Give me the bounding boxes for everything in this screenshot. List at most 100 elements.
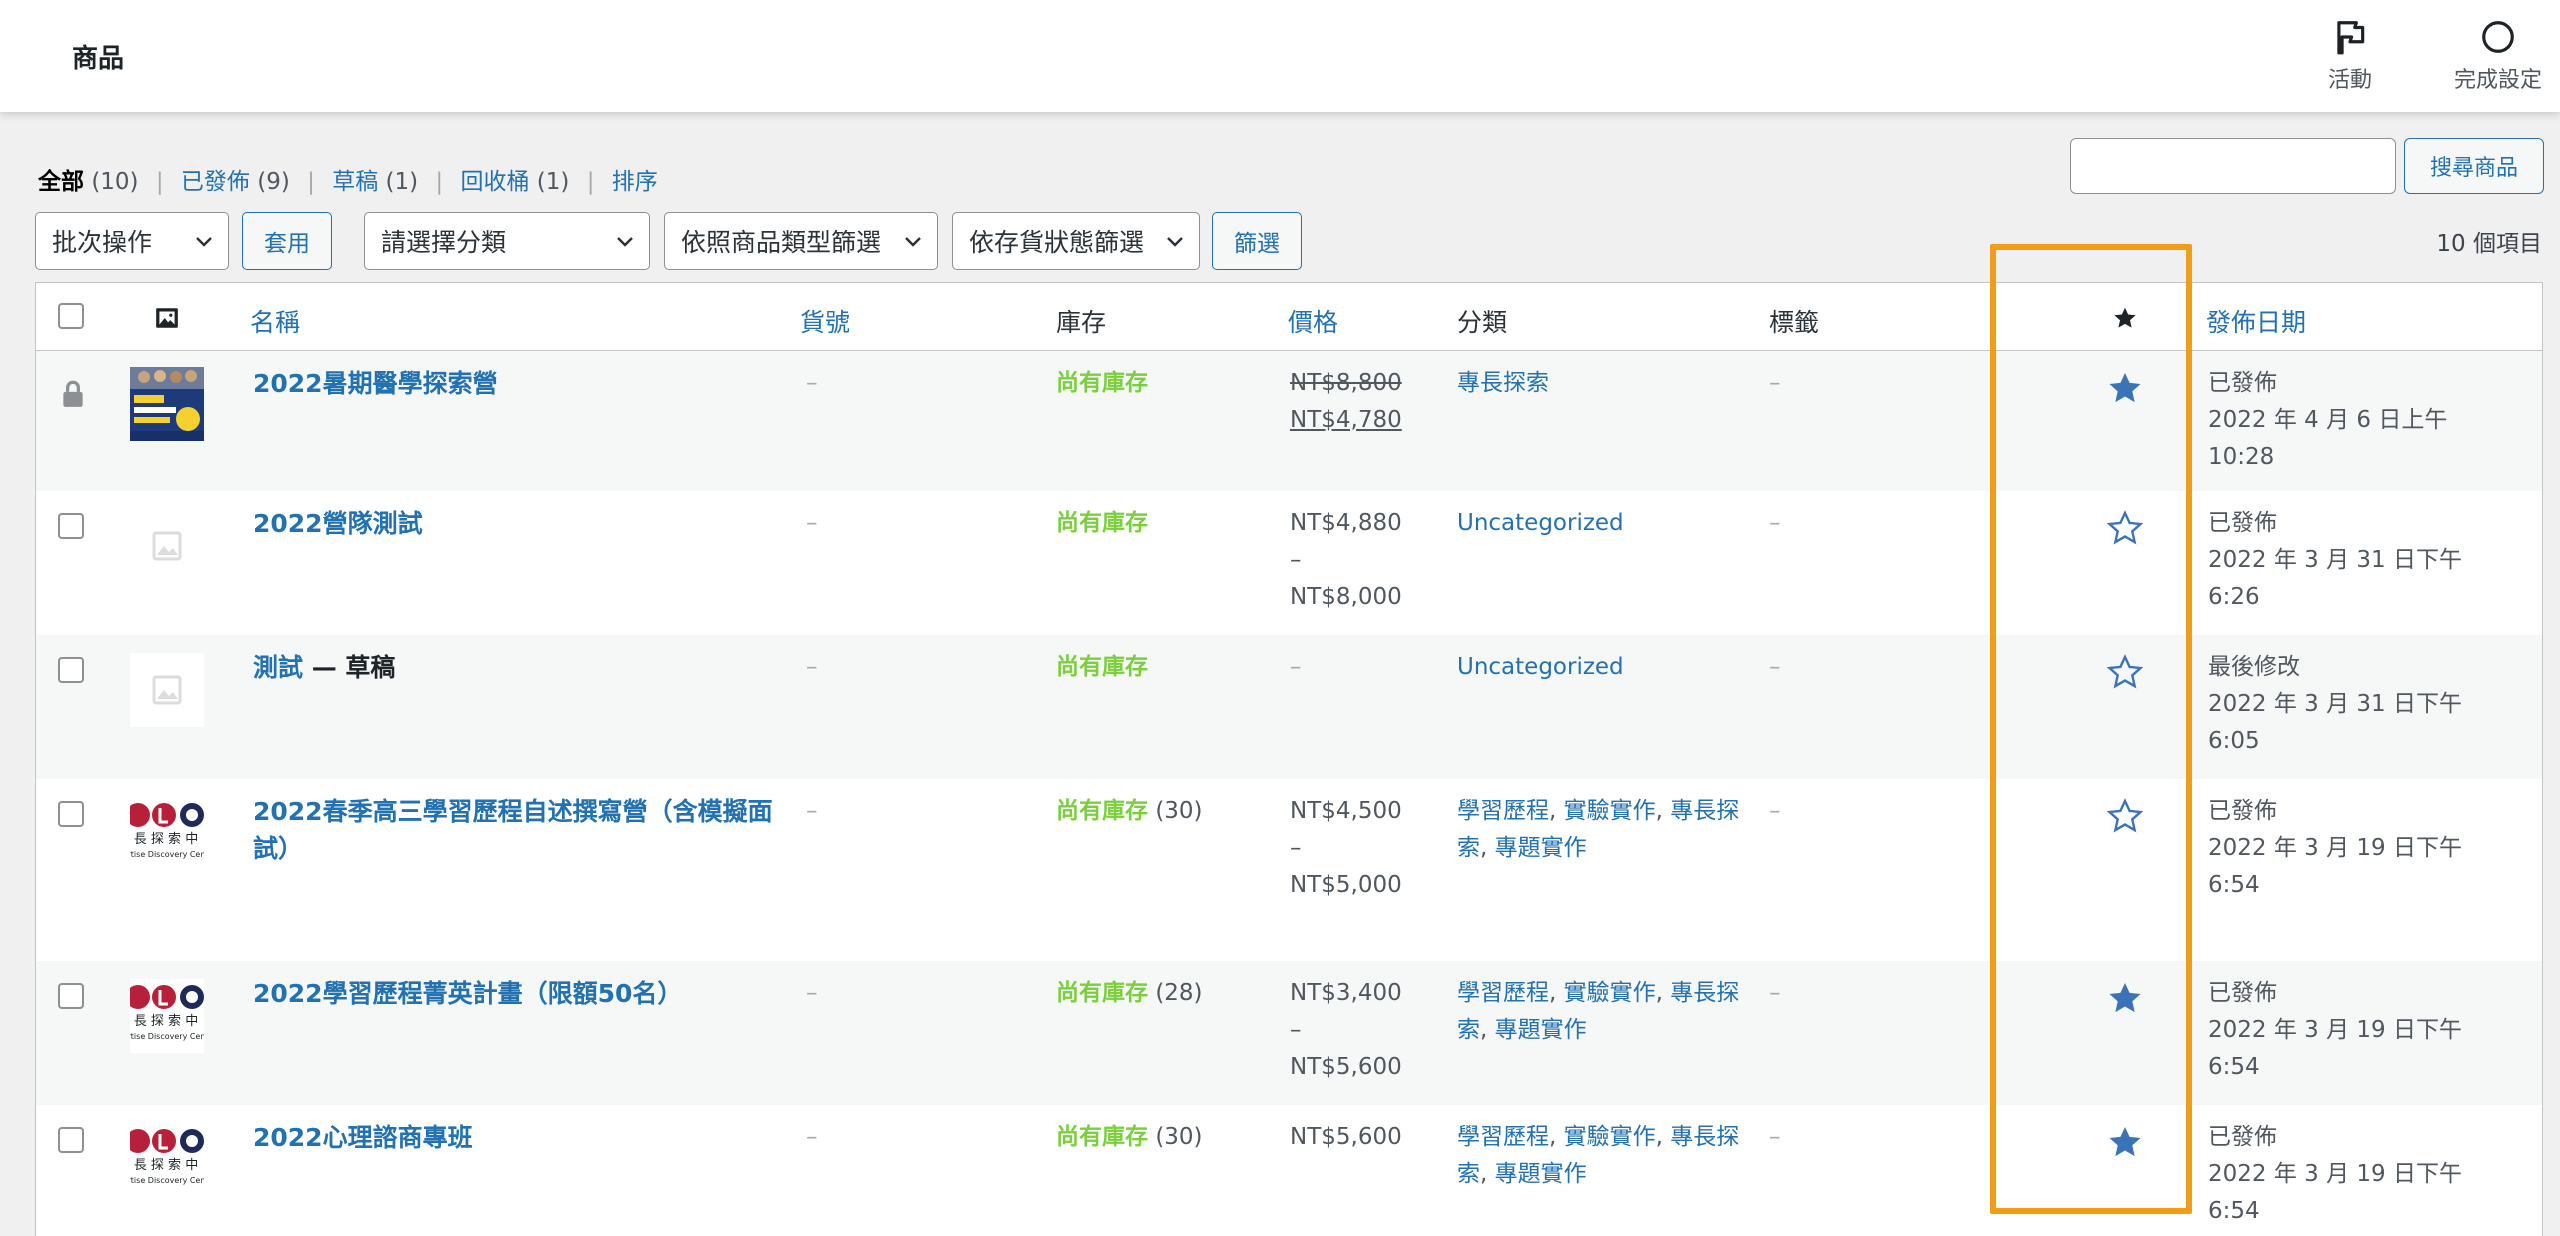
date-status: 最後修改: [2208, 654, 2300, 680]
select-all-checkbox[interactable]: [58, 303, 84, 329]
product-name-cell: 測試 — 草稿: [253, 649, 773, 686]
row-checkbox[interactable]: [58, 801, 84, 827]
flag-icon: [2337, 21, 2365, 55]
featured-star-outline-icon[interactable]: [2106, 509, 2144, 547]
product-thumbnail-logo[interactable]: 長 探 索 中 ertise Discovery Cen: [130, 979, 204, 1053]
product-name-link[interactable]: 2022學習歷程菁英計畫（限額50名）: [253, 975, 793, 1012]
row-checkbox[interactable]: [58, 513, 84, 539]
featured-star-filled-icon[interactable]: [2106, 369, 2144, 407]
category-link[interactable]: Uncategorized: [1457, 505, 1624, 542]
sku-value: –: [806, 370, 818, 396]
category-link[interactable]: 實驗實作: [1564, 1124, 1656, 1150]
stock-status: 尚有庫存: [1056, 654, 1148, 680]
draft-label: — 草稿: [303, 653, 396, 682]
date-cell: 已發佈 2022 年 3 月 31 日下午 6:26: [2208, 505, 2528, 616]
price-max: NT$5,000: [1290, 872, 1402, 898]
sku-value: –: [806, 798, 818, 824]
bulk-action-select[interactable]: 批次操作: [35, 212, 229, 270]
search-input[interactable]: [2070, 138, 2396, 194]
date-cell: 已發佈 2022 年 3 月 19 日下午 6:54: [2208, 793, 2528, 904]
top-bar: 商品 活動 完成設定: [0, 0, 2560, 112]
category-cell: 學習歷程, 實驗實作, 專長探索, 專題實作: [1457, 798, 1740, 861]
view-published[interactable]: 已發佈: [181, 169, 250, 195]
col-stock: 庫存: [1056, 308, 1107, 337]
time-line: 6:05: [2208, 728, 2260, 754]
apply-button[interactable]: 套用: [242, 212, 332, 270]
category-link[interactable]: 學習歷程: [1457, 980, 1549, 1006]
col-date[interactable]: 發佈日期: [2206, 303, 2306, 339]
category-link[interactable]: 專長探索: [1457, 365, 1549, 402]
col-sku[interactable]: 貨號: [800, 303, 850, 339]
category-link[interactable]: 專題實作: [1495, 835, 1587, 861]
bulk-action-value: 批次操作: [52, 228, 153, 257]
date-line: 2022 年 3 月 19 日下午: [2208, 1161, 2462, 1187]
svg-text:長 探 索 中: 長 探 索 中: [134, 1158, 198, 1173]
time-line: 6:54: [2208, 1198, 2260, 1224]
stock-count: (28): [1155, 980, 1203, 1006]
view-draft[interactable]: 草稿: [332, 169, 378, 195]
row-checkbox[interactable]: [58, 657, 84, 683]
product-name-link[interactable]: 2022暑期醫學探索營: [253, 365, 773, 402]
sku-value: –: [806, 1124, 818, 1150]
table-row: 長 探 索 中 ertise Discovery Cen 2022春季高三學習歷…: [36, 779, 2542, 961]
tags-value: –: [1769, 798, 1781, 824]
view-draft-count: (1): [385, 169, 419, 195]
row-checkbox[interactable]: [58, 983, 84, 1009]
product-name-link[interactable]: 2022春季高三學習歷程自述撰寫營（含模擬面試）: [253, 793, 793, 867]
stock-count: (30): [1155, 798, 1203, 824]
category-link[interactable]: Uncategorized: [1457, 649, 1624, 686]
product-thumbnail[interactable]: [130, 367, 204, 441]
category-link[interactable]: 實驗實作: [1564, 980, 1656, 1006]
view-trash[interactable]: 回收桶: [460, 169, 529, 195]
product-name-link[interactable]: 2022心理諮商專班: [253, 1119, 793, 1156]
sku-value: –: [806, 980, 818, 1006]
finish-setup-button[interactable]: 完成設定: [2454, 18, 2542, 94]
product-thumbnail-logo[interactable]: 長 探 索 中 ertise Discovery Cen: [130, 1123, 204, 1197]
category-link[interactable]: 學習歷程: [1457, 798, 1549, 824]
featured-star-outline-icon[interactable]: [2106, 653, 2144, 691]
category-filter-select[interactable]: 請選擇分類: [364, 212, 650, 270]
stock-status-filter-value: 依存貨狀態篩選: [969, 228, 1145, 257]
col-name[interactable]: 名稱: [250, 303, 300, 339]
featured-column-star-icon[interactable]: [2112, 305, 2138, 331]
category-link[interactable]: 學習歷程: [1457, 1124, 1549, 1150]
placeholder-image-icon[interactable]: [130, 653, 204, 727]
view-published-count: (9): [257, 169, 290, 195]
product-thumbnail-logo[interactable]: 長 探 索 中 ertise Discovery Cen: [130, 797, 204, 871]
view-all[interactable]: 全部: [38, 169, 84, 195]
regular-price: NT$8,800: [1290, 370, 1402, 396]
category-link[interactable]: 專題實作: [1495, 1161, 1587, 1187]
time-line: 10:28: [2208, 444, 2275, 470]
stock-status-filter-select[interactable]: 依存貨狀態篩選: [952, 212, 1200, 270]
chevron-down-icon: [196, 237, 212, 247]
table-header: 名稱 貨號 庫存 價格 分類 標籤 發佈日期: [36, 283, 2542, 351]
category-cell: 學習歷程, 實驗實作, 專長探索, 專題實作: [1457, 1124, 1740, 1187]
placeholder-image-icon[interactable]: [130, 509, 204, 583]
featured-star-filled-icon[interactable]: [2106, 1123, 2144, 1161]
activity-button[interactable]: 活動: [2328, 18, 2372, 94]
row-checkbox[interactable]: [58, 1127, 84, 1153]
category-link[interactable]: 實驗實作: [1564, 798, 1656, 824]
sku-value: –: [806, 510, 818, 536]
product-type-filter-select[interactable]: 依照商品類型篩選: [664, 212, 938, 270]
image-column-icon: [156, 308, 178, 328]
filter-button[interactable]: 篩選: [1212, 212, 1302, 270]
stock-status: 尚有庫存: [1056, 798, 1148, 824]
product-name-link[interactable]: 2022營隊測試: [253, 505, 773, 542]
category-link[interactable]: 專題實作: [1495, 1017, 1587, 1043]
date-line: 2022 年 3 月 31 日下午: [2208, 691, 2462, 717]
search-button[interactable]: 搜尋商品: [2404, 138, 2544, 194]
price-cell: NT$4,500 – NT$5,000: [1290, 793, 1402, 904]
price-min: NT$4,500: [1290, 798, 1402, 824]
col-tags: 標籤: [1769, 308, 1820, 337]
date-line: 2022 年 3 月 31 日下午: [2208, 547, 2462, 573]
view-sort[interactable]: 排序: [612, 169, 658, 195]
price-cell: NT$8,800 NT$4,780: [1290, 365, 1402, 439]
product-name-link[interactable]: 測試: [253, 653, 303, 682]
time-line: 6:54: [2208, 1054, 2260, 1080]
date-line: 2022 年 3 月 19 日下午: [2208, 835, 2462, 861]
featured-star-filled-icon[interactable]: [2106, 979, 2144, 1017]
col-price[interactable]: 價格: [1288, 303, 1338, 339]
featured-star-outline-icon[interactable]: [2106, 797, 2144, 835]
tags-value: –: [1769, 980, 1781, 1006]
